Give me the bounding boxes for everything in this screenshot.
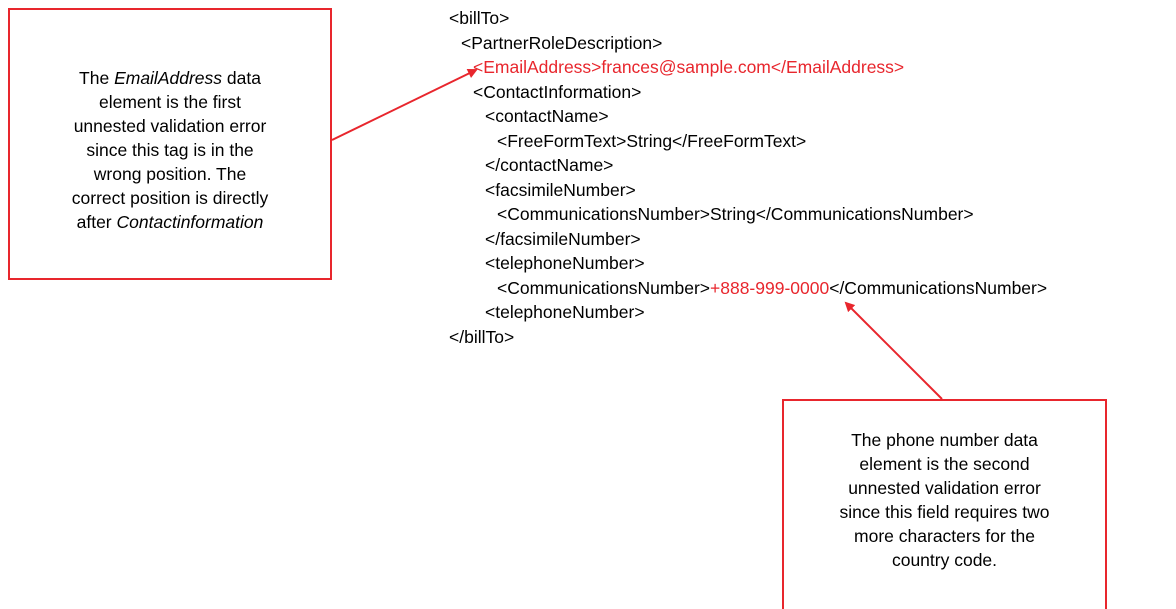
xml-line: <CommunicationsNumber>+888-999-0000</Com… xyxy=(449,276,1047,301)
callout-line: after Contactinformation xyxy=(76,212,264,232)
xml-line: <telephoneNumber> xyxy=(449,251,1047,276)
xml-text: <ContactInformation> xyxy=(473,81,642,102)
xml-error-text: <EmailAddress>frances@sample.com</EmailA… xyxy=(473,57,905,77)
xml-text: </facsimileNumber> xyxy=(485,228,641,249)
callout-line: more characters for the xyxy=(854,526,1035,546)
phone-error-callout: The phone number data element is the sec… xyxy=(782,399,1107,609)
xml-text: <CommunicationsNumber>String</Communicat… xyxy=(497,204,974,224)
xml-text: <facsimileNumber> xyxy=(485,179,636,200)
xml-text: <PartnerRoleDescription> xyxy=(461,32,663,53)
xml-text: <FreeFormText>String</FreeFormText> xyxy=(497,130,807,151)
callout-line: element is the first xyxy=(99,92,241,112)
xml-text: <telephoneNumber> xyxy=(485,302,645,322)
xml-text: <CommunicationsNumber> xyxy=(497,277,711,298)
xml-error-text: +888-999-0000 xyxy=(710,277,830,298)
callout-line: The EmailAddress data xyxy=(79,68,261,88)
xml-text: </CommunicationsNumber> xyxy=(829,277,1048,298)
xml-text: <telephoneNumber> xyxy=(485,253,645,273)
xml-line: <telephoneNumber> xyxy=(449,300,1047,325)
callout-line: unnested validation error xyxy=(848,478,1041,498)
xml-text: <billTo> xyxy=(449,8,510,28)
xml-line: <contactName> xyxy=(449,104,1047,129)
xml-line: <FreeFormText>String</FreeFormText> xyxy=(449,129,1047,154)
callout-line: since this tag is in the xyxy=(86,140,254,160)
xml-line: </billTo> xyxy=(449,325,1047,350)
callout-line: correct position is directly xyxy=(71,188,269,208)
callout-line: wrong position. The xyxy=(93,164,247,184)
xml-line: <ContactInformation> xyxy=(449,80,1047,105)
xml-line: <EmailAddress>frances@sample.com</EmailA… xyxy=(449,55,1047,80)
callout-line: element is the second xyxy=(859,454,1030,474)
xml-line: <billTo> xyxy=(449,6,1047,31)
xml-text: <contactName> xyxy=(485,106,609,126)
xml-line: </facsimileNumber> xyxy=(449,227,1047,252)
email-error-callout: The EmailAddress data element is the fir… xyxy=(8,8,332,280)
callout-line: The phone number data xyxy=(851,430,1038,450)
xml-line: </contactName> xyxy=(449,153,1047,178)
callout-line: country code. xyxy=(891,550,998,570)
xml-line: <CommunicationsNumber>String</Communicat… xyxy=(449,202,1047,227)
callout-line: unnested validation error xyxy=(73,116,267,136)
xml-text: </billTo> xyxy=(449,326,515,347)
callout-line: since this field requires two xyxy=(839,502,1050,522)
xml-line: <facsimileNumber> xyxy=(449,178,1047,203)
xml-text: </contactName> xyxy=(485,155,614,175)
xml-line: <PartnerRoleDescription> xyxy=(449,31,1047,56)
xml-code-block: <billTo> <PartnerRoleDescription> <EmailAd… xyxy=(449,6,1047,349)
